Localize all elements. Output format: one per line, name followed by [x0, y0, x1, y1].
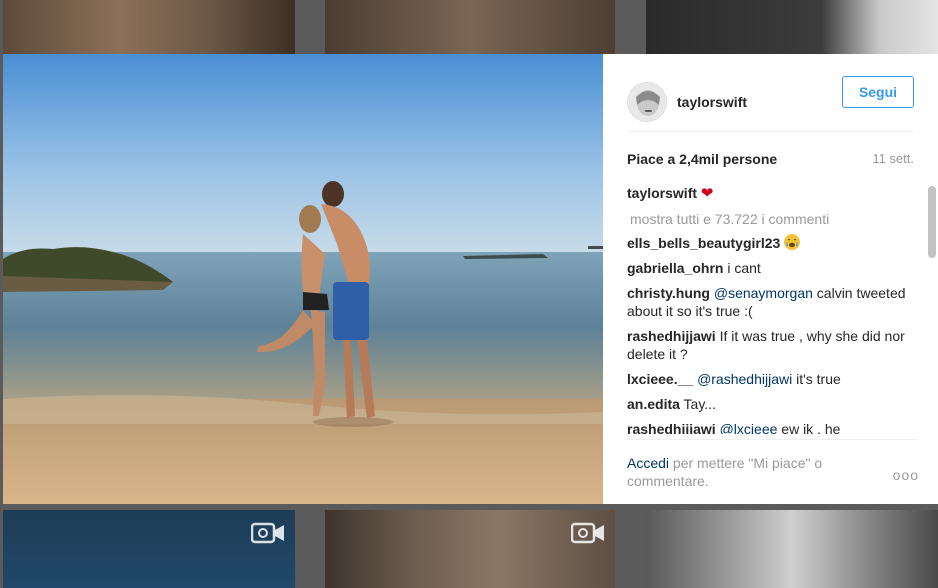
grid-thumbnail[interactable] [3, 0, 295, 54]
likes-count[interactable]: Piace a 2,4mil persone [627, 151, 777, 167]
caption-username[interactable]: taylorswift [627, 185, 697, 201]
comment-mention-link[interactable]: @lxcieee [720, 421, 778, 434]
list-item: rashedhijjawi @lxcieee ew ik , he [627, 420, 917, 434]
comment-text: it's true [796, 371, 841, 387]
comments-list[interactable]: taylorswift ❤ mostra tutti e 73.722 i co… [627, 184, 917, 434]
avatar[interactable] [627, 81, 667, 122]
avatar-image [628, 82, 666, 121]
post-timestamp[interactable]: 11 sett. [872, 151, 914, 167]
load-more-comments-link[interactable]: mostra tutti e 73.722 i commenti [630, 210, 917, 228]
comment-username[interactable]: lxcieee.__ [627, 371, 693, 387]
list-item: lxcieee.__ @rashedhijjawi it's true [627, 370, 917, 388]
post-photo[interactable] [3, 54, 603, 504]
list-item: ells_bells_beautygirl23 [627, 234, 917, 252]
crying-face-icon [784, 234, 801, 250]
caption: taylorswift ❤ [627, 184, 917, 203]
grid-thumbnail[interactable] [646, 510, 938, 588]
post-footer: Accedi per mettere "Mi piace" o commenta… [627, 439, 919, 490]
follow-button[interactable]: Segui [842, 76, 914, 108]
login-link[interactable]: Accedi [627, 455, 669, 471]
beach-photo-image [3, 54, 603, 504]
video-camera-icon [571, 522, 604, 544]
list-item: an.edita Tay... [627, 395, 917, 413]
list-item: gabriella_ohrn i cant [627, 259, 917, 277]
grid-thumbnail[interactable] [646, 0, 938, 54]
red-heart-icon: ❤ [700, 185, 714, 202]
list-item: christy.hung @senaymorgan calvin tweeted… [627, 284, 917, 320]
more-options-icon[interactable]: ooo [893, 466, 919, 484]
comment-username[interactable]: rashedhijjawi [627, 328, 716, 344]
scrollbar-thumb[interactable] [928, 186, 936, 258]
comment-username[interactable]: gabriella_ohrn [627, 260, 723, 276]
comment-text: i cant [727, 260, 761, 276]
grid-thumbnail[interactable] [325, 0, 615, 54]
comment-text: Tay... [683, 396, 716, 412]
login-prompt: Accedi per mettere "Mi piace" o commenta… [627, 454, 857, 490]
comments-scrollbar[interactable] [928, 184, 936, 434]
comment-username[interactable]: an.edita [627, 396, 680, 412]
comment-username[interactable]: rashedhijjawi [627, 421, 716, 434]
comment-username[interactable]: christy.hung [627, 285, 710, 301]
list-item: rashedhijjawi If it was true , why she d… [627, 327, 917, 363]
video-camera-icon [251, 522, 284, 544]
likes-row: Piace a 2,4mil persone 11 sett. [627, 151, 914, 167]
comment-username[interactable]: ells_bells_beautygirl23 [627, 235, 780, 251]
comment-mention-link[interactable]: @rashedhijjawi [697, 371, 792, 387]
post-sidebar: taylorswift Segui Piace a 2,4mil persone… [603, 54, 938, 504]
grid-thumbnail[interactable] [3, 510, 295, 588]
post-header: taylorswift Segui [627, 72, 914, 132]
post-modal: taylorswift Segui Piace a 2,4mil persone… [3, 54, 938, 504]
post-username[interactable]: taylorswift [677, 94, 747, 110]
comment-mention-link[interactable]: @senaymorgan [714, 285, 813, 301]
grid-thumbnail[interactable] [325, 510, 615, 588]
comment-text: ew ik , he [781, 421, 841, 434]
